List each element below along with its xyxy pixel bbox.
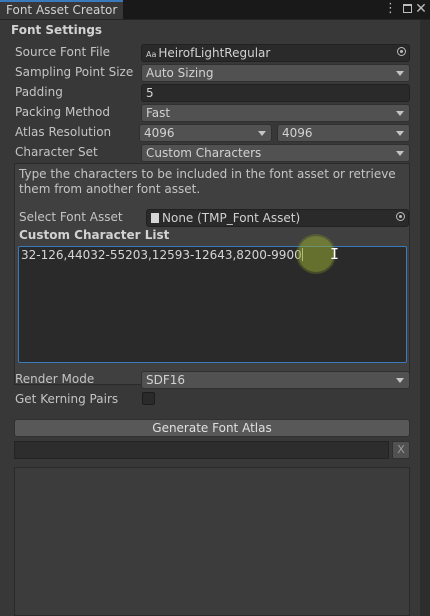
tab-title: Font Asset Creator xyxy=(6,3,118,17)
font-asset-icon: Aa xyxy=(146,50,157,59)
kerning-row: Get Kerning Pairs xyxy=(0,390,420,410)
more-options-icon[interactable]: ⋮ xyxy=(384,0,397,19)
padding-label: Padding xyxy=(15,85,63,99)
help-text: Type the characters to be included in th… xyxy=(19,167,396,196)
close-icon[interactable]: ✕ xyxy=(414,0,428,19)
charset-row: Character Set Custom Characters xyxy=(0,143,420,163)
sampling-value: Auto Sizing xyxy=(146,66,214,80)
kerning-label: Get Kerning Pairs xyxy=(15,392,119,406)
custom-character-textarea[interactable]: 32-126,44032-55203,12593-12643,8200-9900 xyxy=(18,246,407,363)
packing-dropdown[interactable]: Fast xyxy=(141,104,410,122)
object-picker-icon[interactable] xyxy=(396,212,405,221)
select-font-value: None (TMP_Font Asset) xyxy=(162,211,301,225)
chevron-down-icon xyxy=(396,71,404,76)
chevron-down-icon xyxy=(396,378,404,383)
maximize-icon[interactable] xyxy=(403,4,412,13)
select-font-label: Select Font Asset xyxy=(19,210,123,224)
source-font-label: Source Font File xyxy=(15,45,111,59)
padding-row: Padding 5 xyxy=(0,83,420,103)
source-font-value: HeirofLightRegular xyxy=(158,46,271,60)
padding-input[interactable]: 5 xyxy=(141,84,410,102)
chevron-down-icon xyxy=(396,111,404,116)
atlas-preview-area xyxy=(14,467,410,616)
custom-list-label: Custom Character List xyxy=(19,228,170,242)
tab-bar: Font Asset Creator ⋮ ✕ xyxy=(0,0,430,20)
document-icon xyxy=(151,213,159,223)
atlas-height-value: 4096 xyxy=(282,126,313,140)
padding-value: 5 xyxy=(146,86,154,100)
progress-bar xyxy=(14,441,389,459)
sampling-label: Sampling Point Size xyxy=(15,65,134,79)
ibeam-cursor-icon: I xyxy=(330,245,340,263)
atlas-label: Atlas Resolution xyxy=(15,125,112,139)
source-font-row: Source Font File Aa HeirofLightRegular xyxy=(0,43,420,63)
chevron-down-icon xyxy=(258,131,266,136)
packing-label: Packing Method xyxy=(15,105,110,119)
sampling-row: Sampling Point Size Auto Sizing xyxy=(0,63,420,83)
cursor-highlight xyxy=(298,236,334,272)
select-font-field[interactable]: None (TMP_Font Asset) xyxy=(146,209,409,227)
custom-characters-box: Type the characters to be included in th… xyxy=(14,163,410,385)
generate-font-atlas-button[interactable]: Generate Font Atlas xyxy=(14,419,410,437)
render-mode-dropdown[interactable]: SDF16 xyxy=(141,371,410,389)
atlas-height-dropdown[interactable]: 4096 xyxy=(277,124,410,142)
chevron-down-icon xyxy=(396,131,404,136)
source-font-field[interactable]: Aa HeirofLightRegular xyxy=(141,44,410,62)
packing-row: Packing Method Fast xyxy=(0,103,420,123)
packing-value: Fast xyxy=(146,106,171,120)
select-font-row: Select Font Asset None (TMP_Font Asset) xyxy=(1,208,421,228)
atlas-row: Atlas Resolution 4096 4096 xyxy=(0,123,420,143)
cancel-button[interactable]: X xyxy=(392,441,410,459)
scrollbar[interactable] xyxy=(420,20,430,616)
sampling-dropdown[interactable]: Auto Sizing xyxy=(141,64,410,82)
section-title: Font Settings xyxy=(11,23,103,37)
render-mode-label: Render Mode xyxy=(15,372,95,386)
atlas-width-dropdown[interactable]: 4096 xyxy=(139,124,272,142)
charset-dropdown[interactable]: Custom Characters xyxy=(141,144,410,162)
custom-list-value: 32-126,44032-55203,12593-12643,8200-9900 xyxy=(21,248,302,262)
atlas-width-value: 4096 xyxy=(144,126,175,140)
charset-label: Character Set xyxy=(15,145,98,159)
textarea-content: 32-126,44032-55203,12593-12643,8200-9900 xyxy=(21,248,303,262)
kerning-checkbox[interactable] xyxy=(142,392,155,405)
charset-value: Custom Characters xyxy=(146,146,262,160)
render-mode-value: SDF16 xyxy=(146,373,186,387)
chevron-down-icon xyxy=(396,151,404,156)
object-picker-icon[interactable] xyxy=(397,47,406,56)
tab-font-asset-creator[interactable]: Font Asset Creator xyxy=(0,0,123,19)
render-mode-row: Render Mode SDF16 xyxy=(0,370,420,390)
